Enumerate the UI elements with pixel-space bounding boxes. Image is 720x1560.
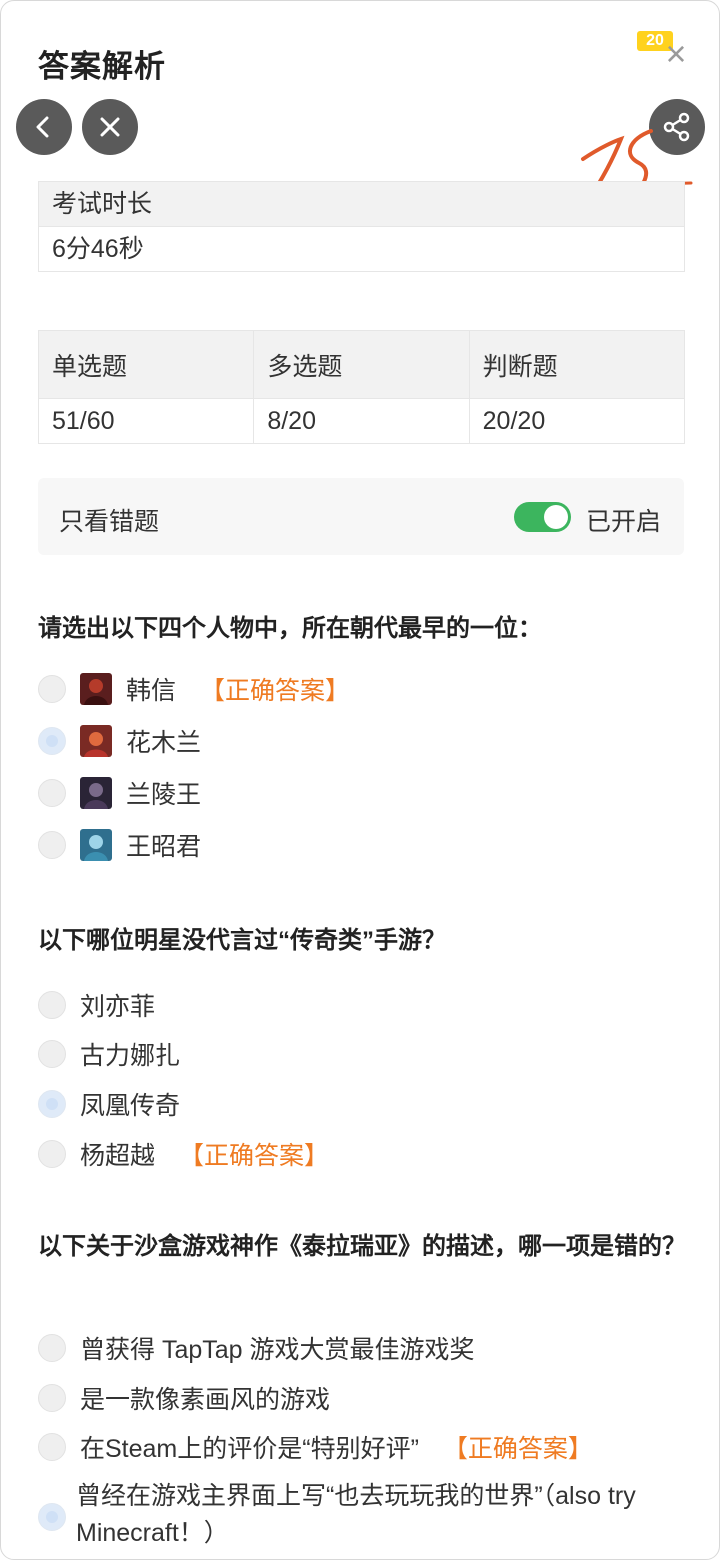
radio-button[interactable] [38,727,66,755]
question-3-option[interactable]: 曾获得 TapTap 游戏大赏最佳游戏奖 [38,1328,475,1368]
question-3-title: 以下关于沙盒游戏神作《泰拉瑞亚》的描述，哪一项是错的？ [38,1233,686,1260]
question-1-option[interactable]: 韩信 【正确答案】 [38,669,350,709]
question-3-option[interactable]: 在Steam上的评价是“特别好评” 【正确答案】 [38,1427,593,1467]
option-label: 刘亦菲 [80,993,156,1021]
radio-button[interactable] [38,779,66,807]
radio-button[interactable] [38,675,66,703]
option-label: 韩信 [126,677,177,705]
question-2-option[interactable]: 古力娜扎 [38,1034,180,1074]
score-header: 多选题 [254,331,470,398]
wrong-only-toggle[interactable] [514,502,571,532]
option-label: 兰陵王 [126,781,202,809]
score-value: 20/20 [482,406,546,435]
question-2-title: 以下哪位明星没代言过“传奇类”手游？ [38,927,446,954]
exam-duration-table: 考试时长 6分46秒 [38,181,685,272]
question-2-option[interactable]: 凤凰传奇 [38,1084,180,1124]
score-header: 单选题 [39,331,255,398]
option-label: 王昭君 [126,833,202,861]
score-header-row: 单选题 多选题 判断题 [39,331,684,399]
question-3-option[interactable]: 曾经在游戏主界面上写“也去玩玩我的世界”（also try Minecraft！… [38,1478,661,1547]
radio-button[interactable] [38,1140,66,1168]
duration-value: 6分46秒 [52,235,144,263]
toggle-knob [544,505,568,529]
question-1-option[interactable]: 兰陵王 [38,773,201,813]
question-3-option[interactable]: 是一款像素画风的游戏 [38,1378,330,1418]
hero-avatar-icon [80,829,112,861]
hero-avatar-icon [80,777,112,809]
back-button[interactable] [16,99,72,155]
option-label: 在Steam上的评价是“特别好评” [80,1435,419,1463]
toggle-state-label: 已开启 [586,508,662,536]
radio-button[interactable] [38,991,66,1019]
question-1-title: 请选出以下四个人物中，所在朝代最早的一位： [38,615,542,642]
radio-button[interactable] [38,1503,66,1531]
radio-button[interactable] [38,1090,66,1118]
score-header: 判断题 [482,352,558,381]
radio-button[interactable] [38,1334,66,1362]
option-label: 凤凰传奇 [80,1092,181,1120]
option-label: 曾经在游戏主界面上写“也去玩玩我的世界”（also try Minecraft！… [76,1482,636,1547]
option-label: 是一款像素画风的游戏 [80,1386,331,1414]
close-circle-icon [100,117,120,137]
option-label: 花木兰 [126,729,202,757]
score-value-row: 51/60 8/20 20/20 [39,399,684,443]
score-value: 51/60 [39,399,255,443]
option-label: 曾获得 TapTap 游戏大赏最佳游戏奖 [80,1336,475,1364]
score-table: 单选题 多选题 判断题 51/60 8/20 20/20 [38,330,685,444]
radio-button[interactable] [38,1384,66,1412]
correct-answer-tag: 【正确答案】 [442,1435,593,1463]
correct-answer-tag: 【正确答案】 [179,1142,330,1170]
chevron-left-icon [36,116,49,138]
correct-answer-tag: 【正确答案】 [200,677,351,705]
close-icon[interactable]: × [661,36,691,72]
option-label: 杨超越 [80,1142,156,1170]
dismiss-button[interactable] [82,99,138,155]
question-1-option[interactable]: 花木兰 [38,721,201,761]
answer-analysis-panel: 答案解析 20 × 考试时长 6分46秒 单选题 多选题 判断题 51/60 8… [0,0,720,1560]
radio-button[interactable] [38,1433,66,1461]
page-title: 答案解析 [38,49,166,84]
filter-label: 只看错题 [59,508,160,536]
wrong-only-filter: 只看错题 已开启 [38,478,684,555]
radio-button[interactable] [38,831,66,859]
radio-button[interactable] [38,1040,66,1068]
question-1-option[interactable]: 王昭君 [38,825,201,865]
option-label: 古力娜扎 [80,1042,181,1070]
score-value: 8/20 [254,399,470,443]
hero-avatar-icon [80,725,112,757]
duration-label: 考试时长 [39,182,684,227]
question-2-option[interactable]: 杨超越 【正确答案】 [38,1134,329,1174]
question-2-option[interactable]: 刘亦菲 [38,985,155,1025]
hero-avatar-icon [80,673,112,705]
